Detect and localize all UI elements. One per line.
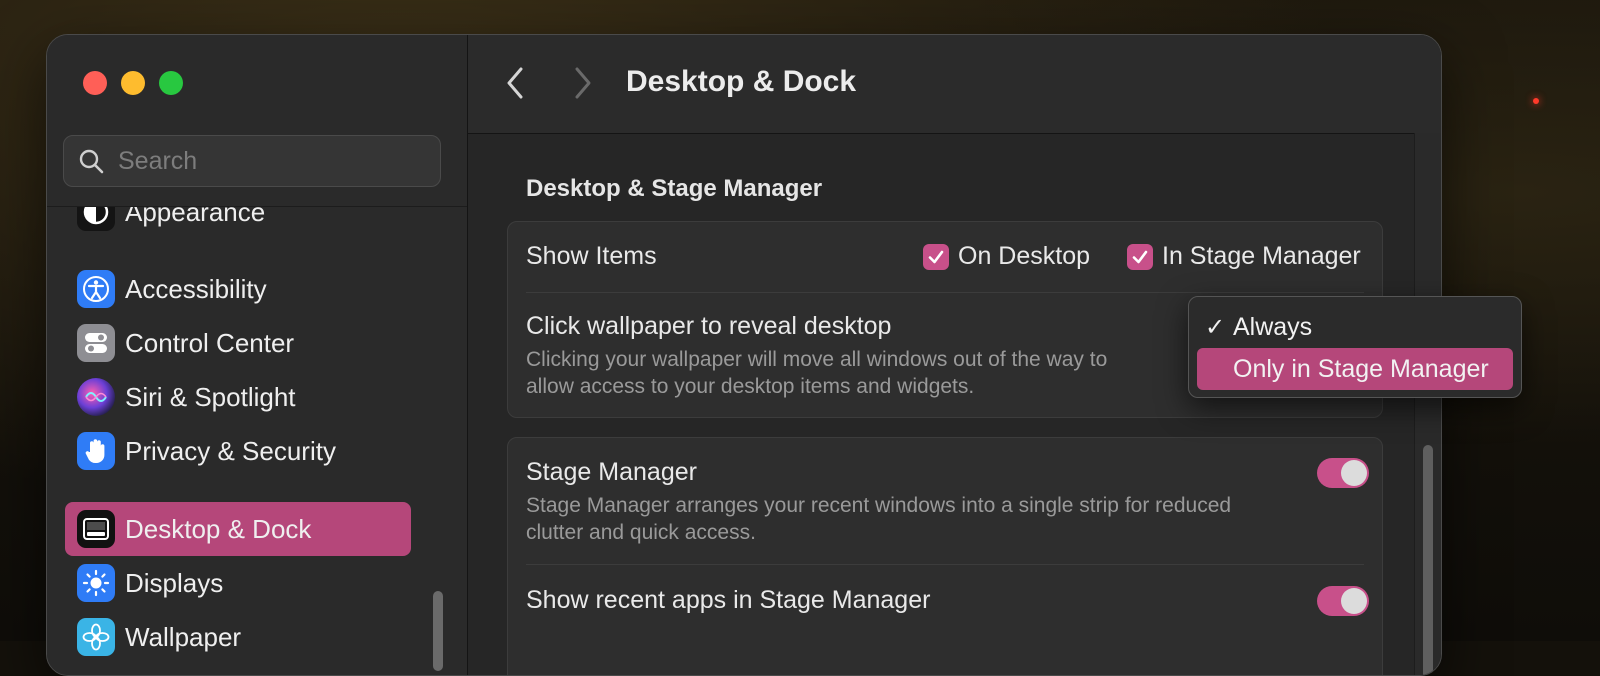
- back-button[interactable]: [498, 65, 532, 101]
- toolbar: Desktop & Dock: [468, 35, 1441, 134]
- stage-manager-group: Stage Manager Stage Manager arranges you…: [507, 437, 1383, 675]
- sidebar-scrollbar[interactable]: [433, 591, 443, 671]
- sidebar-item-siri-spotlight[interactable]: Siri & Spotlight: [65, 370, 411, 424]
- sun-icon: [77, 564, 115, 602]
- hand-icon: [77, 432, 115, 470]
- minimize-button[interactable]: [121, 71, 145, 95]
- reveal-desktop-menu: ✓ Always Only in Stage Manager: [1188, 296, 1522, 398]
- on-desktop-checkbox[interactable]: [923, 244, 949, 270]
- sidebar-list: Appearance Accessibility Control Center …: [47, 206, 467, 675]
- appearance-icon: [77, 206, 115, 231]
- row-divider: [526, 292, 1364, 293]
- sidebar-item-wallpaper[interactable]: Wallpaper: [65, 610, 411, 664]
- sidebar-divider: [47, 206, 467, 207]
- toggle-knob: [1341, 460, 1367, 486]
- row-divider: [526, 564, 1364, 565]
- recent-apps-label: Show recent apps in Stage Manager: [526, 586, 931, 614]
- checkmark-icon: [928, 250, 944, 264]
- sidebar-item-label: Siri & Spotlight: [125, 381, 296, 412]
- sidebar-item-appearance[interactable]: Appearance: [65, 206, 411, 239]
- dock-icon: [77, 510, 115, 548]
- sidebar-item-label: Wallpaper: [125, 621, 242, 652]
- search-field[interactable]: [63, 135, 441, 187]
- stage-manager-label: Stage Manager: [526, 458, 697, 486]
- checkmark-icon: ✓: [1204, 313, 1226, 341]
- show-items-label: Show Items: [526, 242, 657, 270]
- page-title: Desktop & Dock: [626, 65, 857, 98]
- toggle-knob: [1341, 588, 1367, 614]
- sidebar: Appearance Accessibility Control Center …: [47, 35, 468, 675]
- forward-button[interactable]: [566, 65, 600, 101]
- checkmark-icon: [1132, 250, 1148, 264]
- search-input[interactable]: [116, 145, 420, 177]
- sidebar-item-desktop-dock[interactable]: Desktop & Dock: [65, 502, 411, 556]
- chevron-left-icon: [507, 67, 523, 99]
- sidebar-item-label: Control Center: [125, 327, 295, 358]
- wallpaper-light: [1533, 98, 1539, 104]
- menu-item-only-in-stage-manager[interactable]: Only in Stage Manager: [1197, 348, 1513, 390]
- accessibility-icon: [77, 270, 115, 308]
- close-button[interactable]: [83, 71, 107, 95]
- sidebar-item-label: Displays: [125, 567, 224, 598]
- click-wallpaper-label: Click wallpaper to reveal desktop: [526, 312, 892, 340]
- control-center-icon: [77, 324, 115, 362]
- flower-icon: [77, 618, 115, 656]
- main-scrollbar[interactable]: [1423, 445, 1433, 675]
- sidebar-item-label: Accessibility: [125, 273, 267, 304]
- sidebar-item-privacy-security[interactable]: Privacy & Security: [65, 424, 411, 478]
- menu-item-label: Only in Stage Manager: [1233, 354, 1489, 383]
- menu-item-label: Always: [1233, 312, 1313, 341]
- recent-apps-toggle[interactable]: [1317, 586, 1369, 616]
- siri-icon: [77, 378, 115, 416]
- sidebar-item-displays[interactable]: Displays: [65, 556, 411, 610]
- in-stage-manager-checkbox[interactable]: [1127, 244, 1153, 270]
- search-icon: [79, 149, 104, 174]
- click-wallpaper-description: Clicking your wallpaper will move all wi…: [526, 348, 1108, 398]
- sidebar-item-label: Privacy & Security: [125, 435, 336, 466]
- sidebar-item-label: Appearance: [125, 206, 266, 227]
- sidebar-item-control-center[interactable]: Control Center: [65, 316, 411, 370]
- on-desktop-label: On Desktop: [958, 242, 1091, 270]
- stage-manager-description: Stage Manager arranges your recent windo…: [526, 494, 1232, 544]
- in-stage-manager-label: In Stage Manager: [1162, 242, 1361, 270]
- section-title: Desktop & Stage Manager: [526, 175, 823, 202]
- sidebar-item-accessibility[interactable]: Accessibility: [65, 262, 411, 316]
- zoom-button[interactable]: [159, 71, 183, 95]
- menu-item-always[interactable]: ✓ Always: [1197, 306, 1513, 348]
- stage-manager-toggle[interactable]: [1317, 458, 1369, 488]
- sidebar-item-label: Desktop & Dock: [125, 513, 312, 544]
- window-controls: [83, 71, 183, 95]
- chevron-right-icon: [575, 67, 591, 99]
